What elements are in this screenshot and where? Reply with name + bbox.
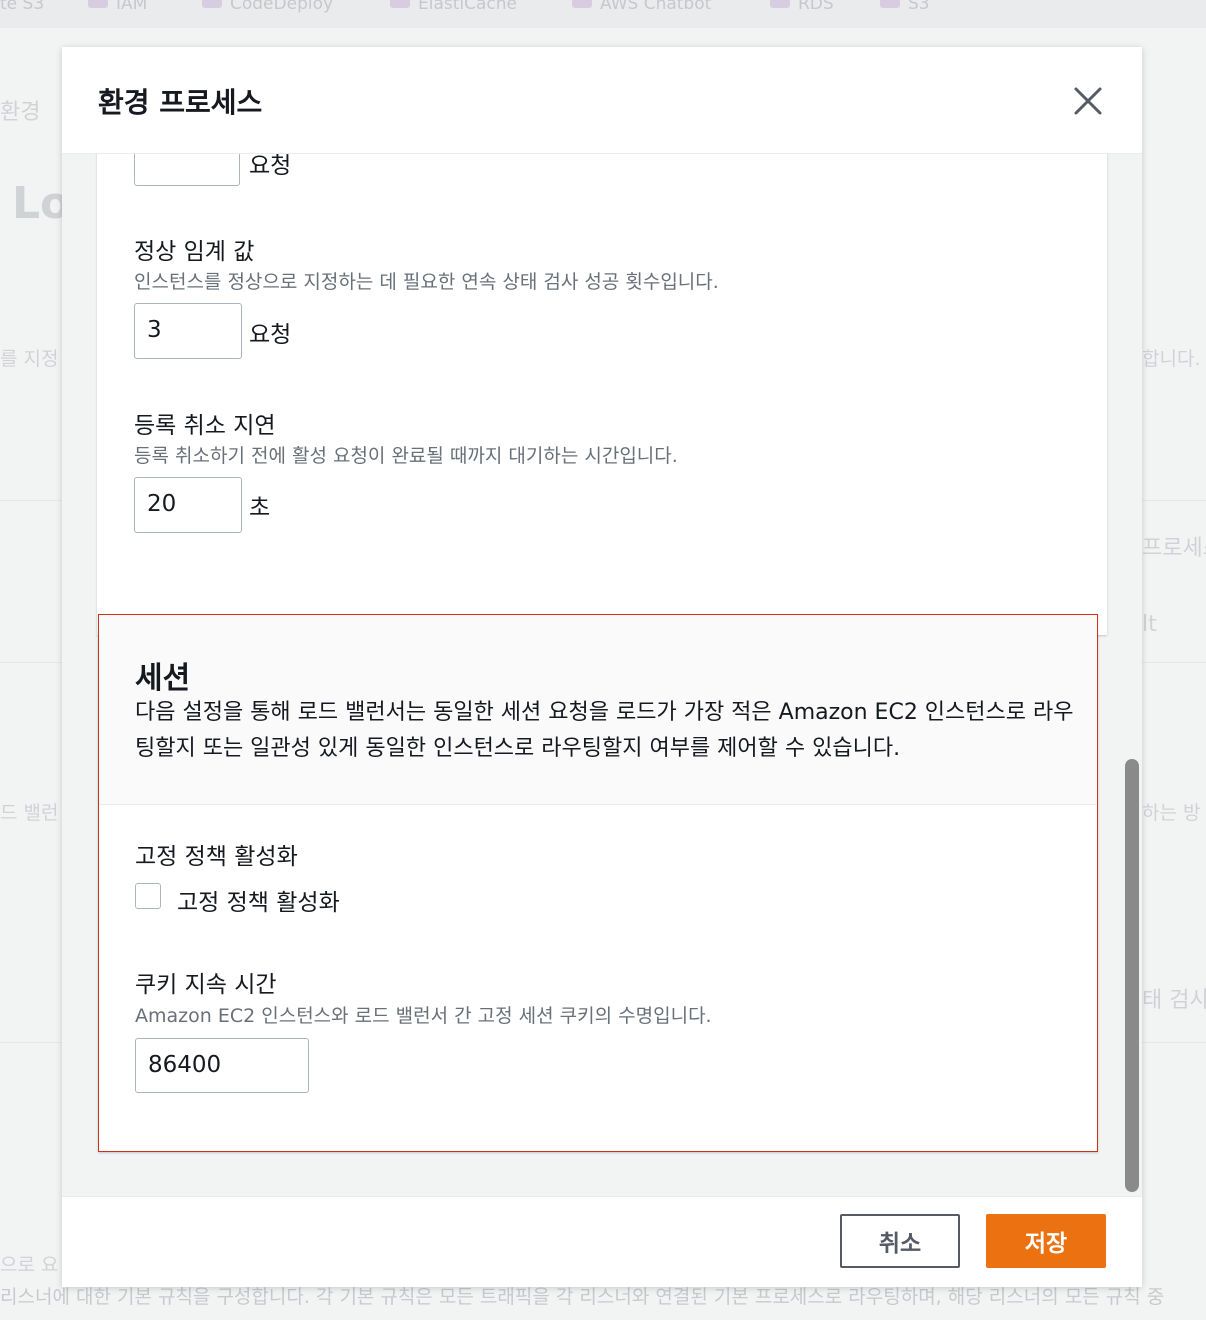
background-divider: [1142, 1042, 1206, 1043]
iam-icon: [88, 0, 108, 8]
background-favorite: IAM: [88, 0, 147, 14]
deregistration-delay-input[interactable]: 20: [134, 477, 242, 533]
background-text: 를 지정: [0, 348, 59, 370]
modal-title: 환경 프로세스: [98, 86, 263, 119]
healthy-threshold-label: 정상 임계 값: [134, 239, 255, 265]
modal-body[interactable]: 요청 정상 임계 값 인스턴스를 정상으로 지정하는 데 필요한 연속 상태 검…: [62, 154, 1142, 1196]
unhealthy-threshold-input[interactable]: [134, 154, 240, 186]
close-icon: [1074, 87, 1102, 115]
scrollbar-thumb[interactable]: [1125, 759, 1139, 1192]
unhealthy-threshold-unit: 요청: [249, 154, 292, 179]
background-breadcrumb: 환경: [0, 100, 41, 125]
deregistration-delay-description: 등록 취소하기 전에 활성 요청이 완료될 때까지 대기하는 시간입니다.: [134, 445, 678, 467]
background-text: 태 검사: [1142, 988, 1206, 1013]
codedeploy-icon: [202, 0, 222, 8]
environment-process-modal: 환경 프로세스 요청 정상 임계 값 인스턴스를 정상으로 지정하는 데 필요한…: [62, 47, 1142, 1287]
background-favorite: AWS Chatbot: [572, 0, 711, 14]
deregistration-delay-label: 등록 취소 지연: [134, 413, 276, 439]
deregistration-delay-unit: 초: [249, 495, 271, 521]
healthy-threshold-input[interactable]: 3: [134, 303, 242, 359]
rds-icon: [770, 0, 790, 8]
health-check-card: 요청 정상 임계 값 인스턴스를 정상으로 지정하는 데 필요한 연속 상태 검…: [97, 154, 1107, 635]
background-text: 하는 방: [1142, 802, 1201, 824]
background-divider: [0, 500, 62, 501]
background-divider: [1142, 662, 1206, 663]
save-button[interactable]: 저장: [986, 1214, 1106, 1268]
background-text: 드 밸런: [0, 802, 59, 824]
cookie-duration-label: 쿠키 지속 시간: [135, 972, 277, 998]
session-title: 세션: [135, 661, 191, 696]
background-favorite: S3: [880, 0, 930, 14]
session-card-header: 세션 다음 설정을 통해 로드 밸런서는 동일한 세션 요청을 로드가 가장 적…: [99, 615, 1096, 805]
close-button[interactable]: [1070, 83, 1106, 119]
background-text: lt: [1142, 612, 1157, 637]
s3-icon: [880, 0, 900, 8]
healthy-threshold-unit: 요청: [249, 322, 292, 348]
cookie-duration-description: Amazon EC2 인스턴스와 로드 밸런서 간 고정 세션 쿠키의 수명입니…: [135, 1005, 712, 1027]
modal-scrollbar[interactable]: [1125, 759, 1139, 1192]
modal-header: 환경 프로세스: [62, 47, 1142, 154]
background-favorite: ElastiCache: [390, 0, 517, 14]
cookie-duration-input[interactable]: 86400: [135, 1038, 309, 1093]
modal-footer: 취소 저장: [62, 1196, 1142, 1287]
stickiness-checkbox[interactable]: [135, 883, 161, 909]
background-text: 합니다.: [1142, 348, 1201, 370]
background-divider: [1142, 500, 1206, 501]
session-card: 세션 다음 설정을 통해 로드 밸런서는 동일한 세션 요청을 로드가 가장 적…: [98, 614, 1098, 1152]
elasticache-icon: [390, 0, 410, 8]
background-favorite: CodeDeploy: [202, 0, 333, 14]
background-divider: [0, 662, 62, 663]
stickiness-label: 고정 정책 활성화: [135, 844, 298, 870]
background-favorite: RDS: [770, 0, 834, 14]
background-text: 으로 요: [0, 1254, 59, 1276]
background-favorites-bar: te S3 IAM CodeDeploy ElastiCache AWS Cha…: [0, 0, 1206, 28]
stickiness-checkbox-label[interactable]: 고정 정책 활성화: [177, 883, 340, 917]
background-divider: [0, 1042, 62, 1043]
cancel-button[interactable]: 취소: [840, 1214, 960, 1268]
background-text: 프로세스: [1142, 536, 1206, 561]
background-favorite: te S3: [0, 0, 45, 14]
session-description: 다음 설정을 통해 로드 밸런서는 동일한 세션 요청을 로드가 가장 적은 A…: [135, 700, 1074, 761]
healthy-threshold-description: 인스턴스를 정상으로 지정하는 데 필요한 연속 상태 검사 성공 횟수입니다.: [134, 271, 719, 293]
chatbot-icon: [572, 0, 592, 8]
